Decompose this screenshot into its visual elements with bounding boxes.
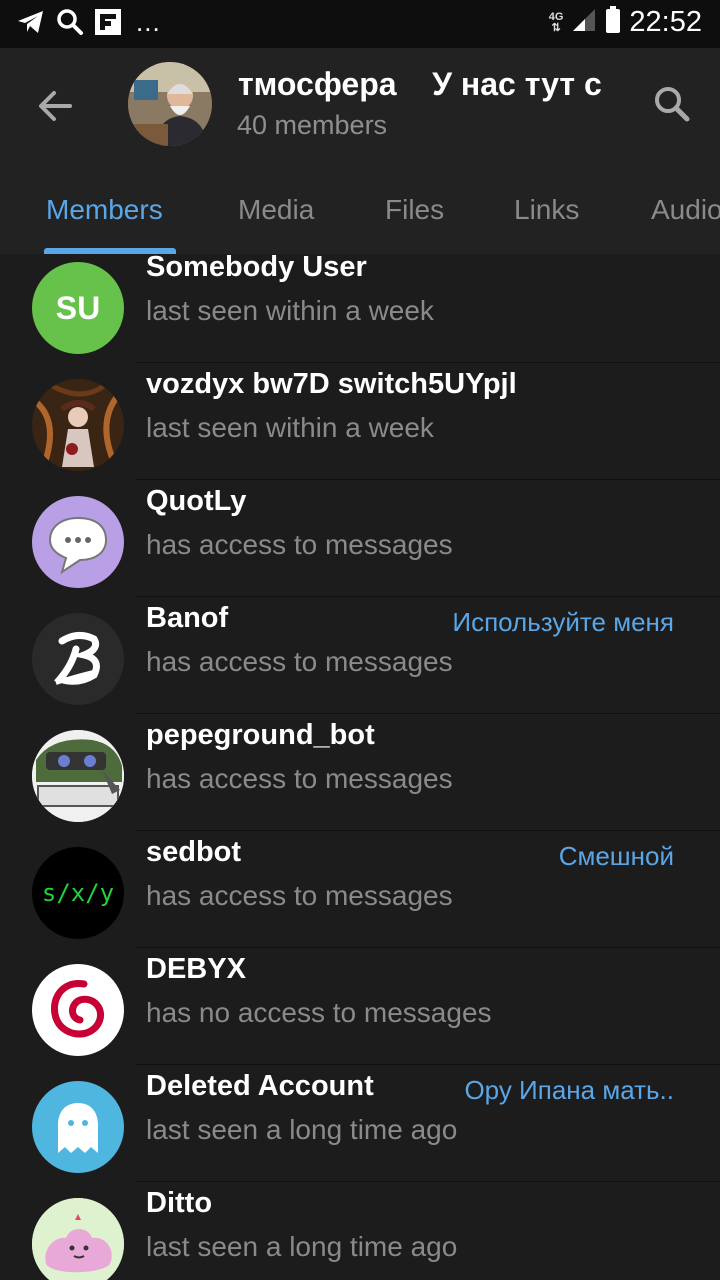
member-name: Deleted Account <box>146 1070 374 1102</box>
list-item[interactable]: Deleted Account Ору Ипана мать.. last se… <box>0 1065 720 1182</box>
telegram-icon <box>16 8 46 36</box>
member-title: Используйте меня <box>452 607 674 637</box>
tab-audio[interactable]: Audio <box>651 194 720 226</box>
chat-header: тмосфера У нас тут с 40 members Members … <box>0 48 720 254</box>
list-item[interactable]: QuotLy has access to messages <box>0 480 720 597</box>
status-bar: ... 4G ⇅ 22:52 <box>0 0 720 48</box>
back-arrow-icon[interactable] <box>36 86 76 131</box>
arrows-icon: ⇅ <box>551 21 561 34</box>
member-status: has access to messages <box>146 646 453 677</box>
member-title: Смешной <box>558 841 674 871</box>
list-item[interactable]: DEBYX has no access to messages <box>0 948 720 1065</box>
member-count: 40 members <box>237 110 388 140</box>
member-status: has access to messages <box>146 529 453 560</box>
anime-figure-avatar <box>32 379 124 471</box>
member-status: last seen within a week <box>146 412 434 443</box>
avatar <box>32 496 124 588</box>
list-item[interactable]: Ditto last seen a long time ago <box>0 1182 720 1280</box>
tab-members[interactable]: Members <box>46 194 163 226</box>
network-indicator: 4G ⇅ <box>548 10 564 34</box>
avatar <box>32 1081 124 1173</box>
member-status: has no access to messages <box>146 997 492 1028</box>
member-status: last seen a long time ago <box>146 1114 458 1145</box>
status-overflow: ... <box>136 7 161 37</box>
tab-media[interactable]: Media <box>238 194 314 226</box>
list-item[interactable]: pepeground_bot has access to messages <box>0 714 720 831</box>
member-status: has access to messages <box>146 880 453 911</box>
list-item[interactable]: Banof Используйте меня has access to mes… <box>0 597 720 714</box>
tab-links[interactable]: Links <box>514 194 579 226</box>
network-type: 4G <box>548 10 564 23</box>
avatar-initials: SU <box>55 289 101 326</box>
chat-title: тмосфера У нас тут с <box>238 66 602 102</box>
speech-bubble-icon <box>48 516 108 575</box>
search-icon <box>56 8 84 36</box>
member-name: Somebody User <box>146 254 367 283</box>
avatar: s/x/y <box>32 847 124 939</box>
member-list: SU Somebody User last seen within a week… <box>0 254 720 1280</box>
chat-avatar[interactable] <box>128 62 212 146</box>
ditto-pokemon-avatar <box>32 1198 124 1280</box>
member-title: Ору Ипана мать.. <box>464 1075 674 1105</box>
letter-b-logo <box>53 632 100 685</box>
avatar <box>32 613 124 705</box>
member-name: Banof <box>146 602 229 634</box>
member-name: QuotLy <box>146 485 247 517</box>
member-name: DEBYX <box>146 953 246 985</box>
member-status: has access to messages <box>146 763 453 794</box>
ghost-icon <box>58 1103 98 1153</box>
pepe-frog-avatar <box>32 730 124 822</box>
list-item[interactable]: s/x/y sedbot Смешной has access to messa… <box>0 831 720 948</box>
battery-icon <box>605 6 621 39</box>
avatar-text: s/x/y <box>41 879 115 907</box>
search-icon[interactable] <box>652 84 692 129</box>
avatar: SU <box>32 262 124 354</box>
list-item[interactable]: SU Somebody User last seen within a week <box>0 254 720 363</box>
profile-tabs: Members Media Files Links Audio <box>0 184 720 254</box>
debian-swirl-logo <box>51 980 105 1038</box>
flipboard-icon <box>94 8 122 36</box>
member-name: sedbot <box>146 836 242 868</box>
member-name: vozdyx bw7D switch5UYpjl <box>146 368 517 400</box>
tab-files[interactable]: Files <box>385 194 444 226</box>
member-status: last seen a long time ago <box>146 1231 458 1262</box>
signal-icon <box>571 7 597 38</box>
list-item[interactable]: vozdyx bw7D switch5UYpjl last seen withi… <box>0 363 720 480</box>
clock: 22:52 <box>629 6 702 38</box>
member-status: last seen within a week <box>146 295 434 326</box>
member-name: Ditto <box>146 1187 213 1219</box>
member-name: pepeground_bot <box>146 719 375 751</box>
avatar <box>32 964 124 1056</box>
